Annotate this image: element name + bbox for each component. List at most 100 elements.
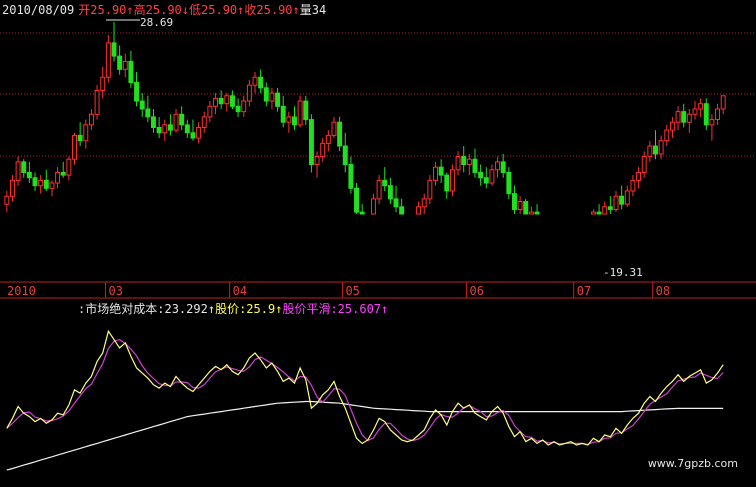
date-axis: 2010 03 04 05 06 07 08 — [7, 282, 670, 298]
high-marker-label: 28.69 — [140, 16, 174, 29]
candle-up — [664, 129, 670, 142]
candle-up — [72, 134, 77, 160]
abs-cost-label: 市场绝对成本: — [85, 302, 165, 316]
stock-chart[interactable]: 2010 03 04 05 06 07 08 — [0, 0, 756, 487]
month-label: 06 — [470, 284, 484, 298]
price-line — [6, 329, 724, 446]
watermark: www.7gpzb.com — [647, 457, 738, 470]
candle-up — [489, 169, 495, 184]
candle-down — [258, 76, 264, 89]
candle-down — [506, 171, 512, 195]
candle-down — [111, 42, 117, 57]
candle-up — [15, 161, 21, 181]
indicator-header: :市场绝对成本:23.292↑股价:25.9↑股价平滑:25.607↑ — [78, 300, 388, 317]
candle-down — [156, 126, 162, 134]
candle-down — [145, 108, 151, 118]
candle-down — [681, 111, 687, 123]
candle-up — [466, 158, 472, 166]
candle-up — [427, 179, 433, 200]
candle-up — [675, 111, 681, 123]
candle-up — [241, 100, 247, 113]
candle-down — [478, 171, 484, 179]
candle-down — [229, 95, 235, 107]
volume-value: 34 — [311, 3, 327, 17]
candle-up — [100, 76, 106, 91]
candle-up — [455, 156, 461, 171]
candle-up — [88, 113, 94, 126]
candle-up — [686, 113, 692, 123]
candle-up — [83, 124, 89, 142]
candle-down — [387, 185, 393, 200]
candle-up — [528, 211, 534, 215]
candle-down — [21, 161, 27, 173]
candle-up — [196, 126, 202, 139]
candle-down — [60, 171, 66, 176]
candle-up — [314, 156, 320, 166]
low-label: 低 — [189, 3, 202, 17]
price-label: 股价: — [215, 302, 247, 316]
candle-up — [590, 211, 596, 215]
abs-cost-line — [6, 400, 724, 471]
candle-down — [235, 105, 241, 113]
close-value: 25.90 — [256, 3, 293, 17]
candle-up — [4, 195, 10, 205]
candle-down — [303, 100, 309, 121]
candle-down — [393, 198, 399, 208]
candle-up — [122, 60, 128, 70]
close-label: 收 — [244, 3, 257, 17]
arrow-up-icon: ↑ — [126, 3, 134, 17]
candle-down — [77, 134, 83, 142]
candle-down — [461, 156, 467, 166]
candle-up — [66, 158, 72, 176]
candle-up — [297, 100, 303, 126]
candle-down — [280, 105, 286, 123]
indicator-lines — [6, 329, 724, 471]
candle-up — [449, 169, 455, 192]
candle-down — [139, 100, 145, 110]
month-label: 08 — [656, 284, 670, 298]
candle-down — [512, 193, 517, 210]
candle-down — [263, 87, 269, 102]
candle-down — [607, 206, 613, 210]
candle-down — [167, 124, 173, 131]
candle-up — [421, 198, 427, 208]
volume-label: 量 — [299, 3, 312, 17]
smooth-value: 25.607 — [337, 302, 382, 316]
candle-down — [218, 97, 224, 105]
candle-down — [26, 171, 32, 179]
candle-up — [162, 124, 168, 134]
candle-down — [337, 121, 343, 147]
candle-down — [483, 177, 489, 184]
candle-down — [444, 174, 450, 192]
candle-up — [9, 179, 15, 197]
candle-up — [602, 206, 608, 215]
candle-down — [342, 145, 348, 166]
candle-up — [624, 190, 630, 205]
candle-up — [709, 119, 715, 126]
month-label: 2010 — [7, 284, 36, 298]
candle-down — [190, 132, 196, 139]
candle-up — [715, 108, 721, 121]
low-marker-label: -19.31 — [603, 266, 643, 279]
candle-down — [179, 113, 185, 126]
high-label: 高 — [133, 3, 146, 17]
open-value: 25.90 — [90, 3, 127, 17]
candle-up — [376, 179, 382, 200]
arrow-up-icon: ↑ — [292, 3, 300, 17]
candle-up — [517, 201, 523, 210]
candle-up — [495, 161, 501, 171]
candle-up — [94, 89, 100, 115]
candle-down — [43, 179, 49, 189]
candle-down — [703, 103, 709, 126]
candle-up — [416, 206, 422, 215]
candle-down — [184, 124, 190, 134]
candle-down — [134, 82, 140, 102]
candle-down — [619, 195, 625, 205]
candle-up — [647, 145, 653, 158]
candle-up — [630, 179, 636, 192]
candle-up — [38, 179, 44, 187]
arrow-down-icon: ↓ — [181, 3, 189, 17]
smooth-label: 股价平滑: — [282, 302, 338, 316]
candle-up — [246, 84, 252, 102]
abs-cost-value: 23.292 — [164, 302, 208, 316]
